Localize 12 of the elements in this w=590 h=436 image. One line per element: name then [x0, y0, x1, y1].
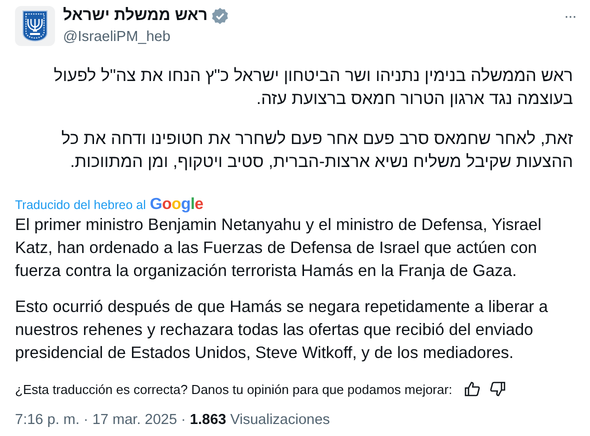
emblem-drawing [22, 10, 48, 42]
avatar[interactable] [15, 6, 55, 46]
feedback-question: ¿Esta traducción es correcta? Danos tu opinión para que podamos mejorar: [15, 382, 452, 396]
post-text: ראש הממשלה בנימין נתניהו ושר הביטחון ישראל כ"ץ הנחו את צה"ל לפעול בעוצמה נגד ארגון הטרור חמאס ברצועת עזה. [52, 65, 573, 110]
more-options-button[interactable]: ··· [564, 8, 576, 25]
google-logo: Google [150, 196, 204, 214]
account-name[interactable]: ראש ממשלת ישראל [63, 6, 208, 26]
post-text: Esto ocurrió después de que Hamás se negara repetidamente a liberar a nuestros rehenes y rechazara todas las ofertas que recibió del enviado presidencial de Estados Unidos, Steve Witkoff, y de los mediadores. [15, 297, 549, 364]
post-timestamp-views: 7:16 p. m. · 17 mar. 2025 · 1.863 Visualizaciones [15, 412, 330, 428]
account-handle[interactable]: @IsraeliPM_heb [63, 27, 564, 47]
post-text: El primer ministro Benjamin Netanyahu y el ministro de Defensa, Yisrael Katz, han ordenado a las Fuerzas de Defensa de Israel que actúen con fuerza contra la organización terrorista Hamás en la Franja de Gaza. [15, 215, 542, 282]
post-text: זאת, לאחר שחמאס סרב פעם אחר פעם לשחרר את חטופינו ודחה את כל ההצעות שקיבל משליח נשיא ארצות-הברית, סטיב ויטקוף, ומן המתווכות. [60, 128, 573, 173]
